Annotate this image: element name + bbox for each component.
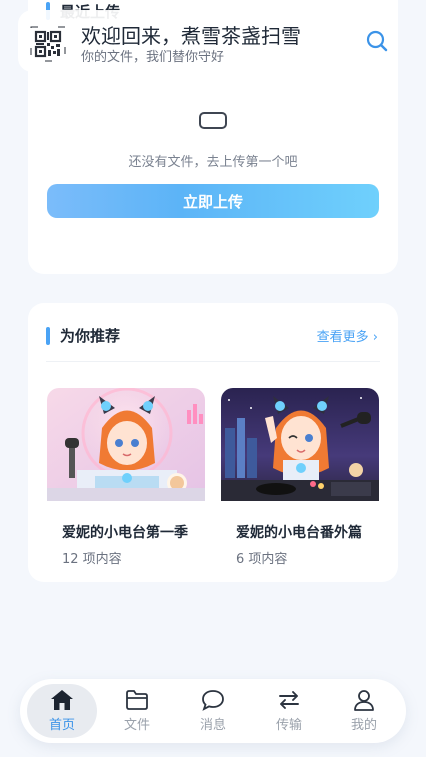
empty-box-icon	[199, 112, 227, 129]
recommend-card: 为你推荐 查看更多 › 爱妮的小电台第一季 12 项内容 爱妮的小电台番外篇 6…	[28, 303, 398, 582]
user-icon	[354, 690, 374, 711]
tab-label: 文件	[123, 718, 150, 733]
album-title: 爱妮的小电台第一季	[62, 525, 188, 541]
recommend-section-header: 为你推荐	[46, 325, 120, 346]
page: 最近上传 还没有文件，去上传第一个吧 立即上传 欢迎回来，煮雪茶盏扫雪 你的文件…	[0, 0, 426, 757]
album-card[interactable]: 爱妮的小电台第一季 12 项内容	[47, 387, 205, 567]
album-cover-image	[47, 387, 205, 501]
bottom-tab-bar: 首页 文件 消息 传输 我的	[20, 679, 406, 743]
qr-code-icon[interactable]	[30, 26, 66, 62]
welcome-title: 欢迎回来，煮雪茶盏扫雪	[81, 24, 301, 48]
album-count: 6 项内容	[236, 552, 288, 567]
home-icon	[51, 690, 73, 710]
album-count: 12 项内容	[62, 552, 122, 567]
section-accent-bar	[46, 326, 50, 345]
tab-profile[interactable]: 我的	[329, 684, 399, 738]
tab-label: 消息	[199, 718, 226, 733]
chevron-right-icon: ›	[368, 330, 378, 345]
tab-label: 首页	[48, 718, 75, 733]
tab-label: 传输	[275, 718, 302, 733]
tab-messages[interactable]: 消息	[178, 684, 248, 738]
folder-icon	[126, 690, 148, 710]
recommend-section-title: 为你推荐	[60, 327, 121, 345]
tab-label: 我的	[350, 718, 377, 733]
tab-files[interactable]: 文件	[102, 684, 172, 738]
album-title: 爱妮的小电台番外篇	[236, 525, 362, 541]
album-card[interactable]: 爱妮的小电台番外篇 6 项内容	[221, 388, 379, 567]
header: 欢迎回来，煮雪茶盏扫雪 你的文件，我们替你守好	[18, 10, 398, 72]
album-cover-image	[221, 388, 379, 501]
message-icon	[202, 690, 224, 711]
see-more-label: 查看更多	[316, 330, 369, 345]
tab-home[interactable]: 首页	[27, 684, 97, 738]
welcome-subtitle: 你的文件，我们替你守好	[81, 50, 225, 65]
upload-now-button[interactable]: 立即上传	[47, 184, 379, 218]
see-more-link[interactable]: 查看更多 ›	[317, 326, 378, 345]
transfer-icon	[279, 691, 299, 709]
divider	[46, 361, 380, 362]
tab-transfer[interactable]: 传输	[254, 684, 324, 738]
search-icon[interactable]	[366, 30, 388, 52]
empty-state-text: 还没有文件，去上传第一个吧	[128, 155, 298, 170]
